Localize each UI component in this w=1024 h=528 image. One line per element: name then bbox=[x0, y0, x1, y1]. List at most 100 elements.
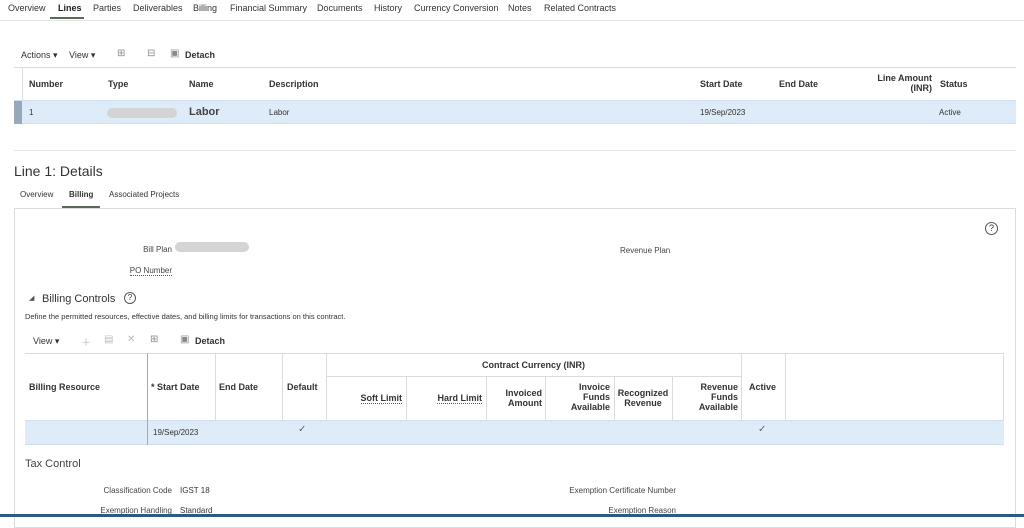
view-menu[interactable]: View ▾ bbox=[69, 50, 95, 61]
view-menu[interactable]: View ▾ bbox=[33, 336, 59, 347]
help-icon[interactable]: ? bbox=[124, 292, 136, 304]
col-hard-limit[interactable]: Hard Limit bbox=[437, 393, 482, 404]
column-divider bbox=[282, 353, 283, 420]
col-status[interactable]: Status bbox=[940, 79, 968, 89]
details-title: Line 1: Details bbox=[14, 163, 103, 179]
header-text-line: Invoice bbox=[578, 382, 610, 392]
revenue-plan-label: Revenue Plan bbox=[620, 246, 671, 255]
tab-financial-summary[interactable]: Financial Summary bbox=[230, 3, 307, 13]
column-divider bbox=[785, 353, 786, 420]
header-text-line: Available bbox=[570, 402, 610, 412]
group-divider bbox=[326, 376, 741, 377]
wrap-icon[interactable]: ⊟ bbox=[147, 48, 155, 59]
header-text-line: Revenue bbox=[700, 382, 738, 392]
col-invoiced-amount[interactable]: Invoiced Amount bbox=[486, 388, 542, 408]
help-icon[interactable]: ? bbox=[985, 222, 998, 235]
tab-notes[interactable]: Notes bbox=[508, 3, 532, 13]
table-top-border bbox=[25, 353, 1004, 354]
tab-history[interactable]: History bbox=[374, 3, 402, 13]
col-recognized-revenue[interactable]: Recognized Revenue bbox=[614, 388, 672, 408]
required-marker: * bbox=[151, 382, 155, 392]
col-active[interactable]: Active bbox=[749, 382, 776, 392]
tax-control-title: Tax Control bbox=[25, 458, 81, 470]
detach-button[interactable]: Detach bbox=[185, 50, 215, 60]
detach-icon[interactable]: ▣ bbox=[180, 334, 189, 345]
tab-parties[interactable]: Parties bbox=[93, 3, 121, 13]
col-number[interactable]: Number bbox=[29, 79, 63, 89]
column-divider bbox=[741, 353, 742, 420]
classification-code-value: IGST 18 bbox=[180, 486, 210, 495]
column-divider bbox=[215, 353, 216, 420]
start-date-label: Start Date bbox=[157, 382, 200, 392]
tab-deliverables[interactable]: Deliverables bbox=[133, 3, 183, 13]
freeze-icon[interactable]: ⊞ bbox=[117, 48, 125, 59]
frozen-column-divider bbox=[147, 420, 148, 445]
contract-currency-group-header: Contract Currency (INR) bbox=[481, 360, 585, 370]
header-text-line: Funds bbox=[711, 392, 738, 402]
col-description[interactable]: Description bbox=[269, 79, 319, 89]
col-type[interactable]: Type bbox=[108, 79, 128, 89]
col-billing-resource[interactable]: Billing Resource bbox=[29, 382, 100, 392]
col-soft-limit[interactable]: Soft Limit bbox=[360, 393, 402, 404]
col-end-date[interactable]: End Date bbox=[219, 382, 258, 392]
col-start-date[interactable]: * Start Date bbox=[151, 382, 200, 392]
line-amount-label: Line Amount bbox=[877, 73, 932, 83]
subtab-billing[interactable]: Billing bbox=[69, 190, 93, 199]
bill-plan-label: Bill Plan bbox=[143, 245, 172, 254]
table-row[interactable]: 19/Sep/2023 ✓ ✓ bbox=[25, 420, 1004, 445]
redacted-bill-plan bbox=[175, 242, 249, 252]
edit-icon[interactable]: ▤ bbox=[104, 334, 113, 345]
divider bbox=[14, 150, 1016, 151]
billing-controls-title: Billing Controls bbox=[42, 293, 116, 305]
column-divider bbox=[406, 376, 407, 420]
collapse-triangle-icon[interactable]: ◢ bbox=[29, 294, 34, 302]
cell-start-date: 19/Sep/2023 bbox=[700, 108, 746, 117]
line-amount-unit: (INR) bbox=[910, 83, 933, 93]
selected-tab-indicator bbox=[50, 17, 84, 19]
tab-currency-conversion[interactable]: Currency Conversion bbox=[414, 3, 499, 13]
col-end-date[interactable]: End Date bbox=[779, 79, 818, 89]
subtab-overview[interactable]: Overview bbox=[20, 190, 53, 199]
checkmark-icon: ✓ bbox=[758, 424, 767, 435]
col-default[interactable]: Default bbox=[287, 382, 318, 392]
header-text-line: Funds bbox=[583, 392, 610, 402]
view-label: View bbox=[69, 50, 89, 60]
cell-name[interactable]: Labor bbox=[189, 106, 220, 118]
redacted-type bbox=[107, 108, 177, 118]
tab-lines[interactable]: Lines bbox=[58, 3, 82, 13]
detach-button[interactable]: Detach bbox=[195, 336, 225, 346]
view-label: View bbox=[33, 336, 53, 346]
col-invoice-funds-available[interactable]: Invoice Funds Available bbox=[545, 382, 610, 412]
freeze-icon[interactable]: ⊞ bbox=[150, 334, 158, 345]
tab-related-contracts[interactable]: Related Contracts bbox=[544, 3, 616, 13]
cell-number: 1 bbox=[29, 108, 34, 117]
po-number-label[interactable]: PO Number bbox=[129, 266, 172, 276]
classification-code-label: Classification Code bbox=[103, 486, 172, 495]
tab-documents[interactable]: Documents bbox=[317, 3, 363, 13]
divider bbox=[0, 20, 1024, 21]
col-line-amount[interactable]: Line Amount (INR) bbox=[860, 73, 932, 93]
delete-icon[interactable]: ✕ bbox=[127, 334, 135, 345]
header-text-line: Revenue bbox=[624, 398, 662, 408]
cell-status: Active bbox=[939, 108, 961, 117]
subtab-associated-projects[interactable]: Associated Projects bbox=[109, 190, 179, 199]
header-text-line: Amount bbox=[508, 398, 542, 408]
exemption-certificate-number-label: Exemption Certificate Number bbox=[569, 486, 676, 495]
header-text-line: Available bbox=[698, 402, 738, 412]
header-text-line: Recognized bbox=[617, 388, 669, 398]
header-text-line: Invoiced bbox=[505, 388, 542, 398]
col-start-date[interactable]: Start Date bbox=[700, 79, 743, 89]
tab-billing[interactable]: Billing bbox=[193, 3, 217, 13]
checkmark-icon: ✓ bbox=[298, 424, 307, 435]
actions-menu[interactable]: Actions ▾ bbox=[21, 50, 58, 61]
tab-overview[interactable]: Overview bbox=[8, 3, 46, 13]
detach-icon[interactable]: ▣ bbox=[170, 48, 179, 59]
cell-description: Labor bbox=[269, 108, 290, 117]
col-name[interactable]: Name bbox=[189, 79, 214, 89]
table-top-border bbox=[14, 67, 1016, 68]
table-row[interactable]: 1 Labor Labor 19/Sep/2023 Active bbox=[14, 100, 1016, 124]
billing-controls-description: Define the permitted resources, effectiv… bbox=[25, 312, 346, 321]
col-revenue-funds-available[interactable]: Revenue Funds Available bbox=[672, 382, 738, 412]
cell-start-date: 19/Sep/2023 bbox=[153, 428, 199, 437]
add-icon[interactable]: ＋ bbox=[81, 334, 91, 349]
